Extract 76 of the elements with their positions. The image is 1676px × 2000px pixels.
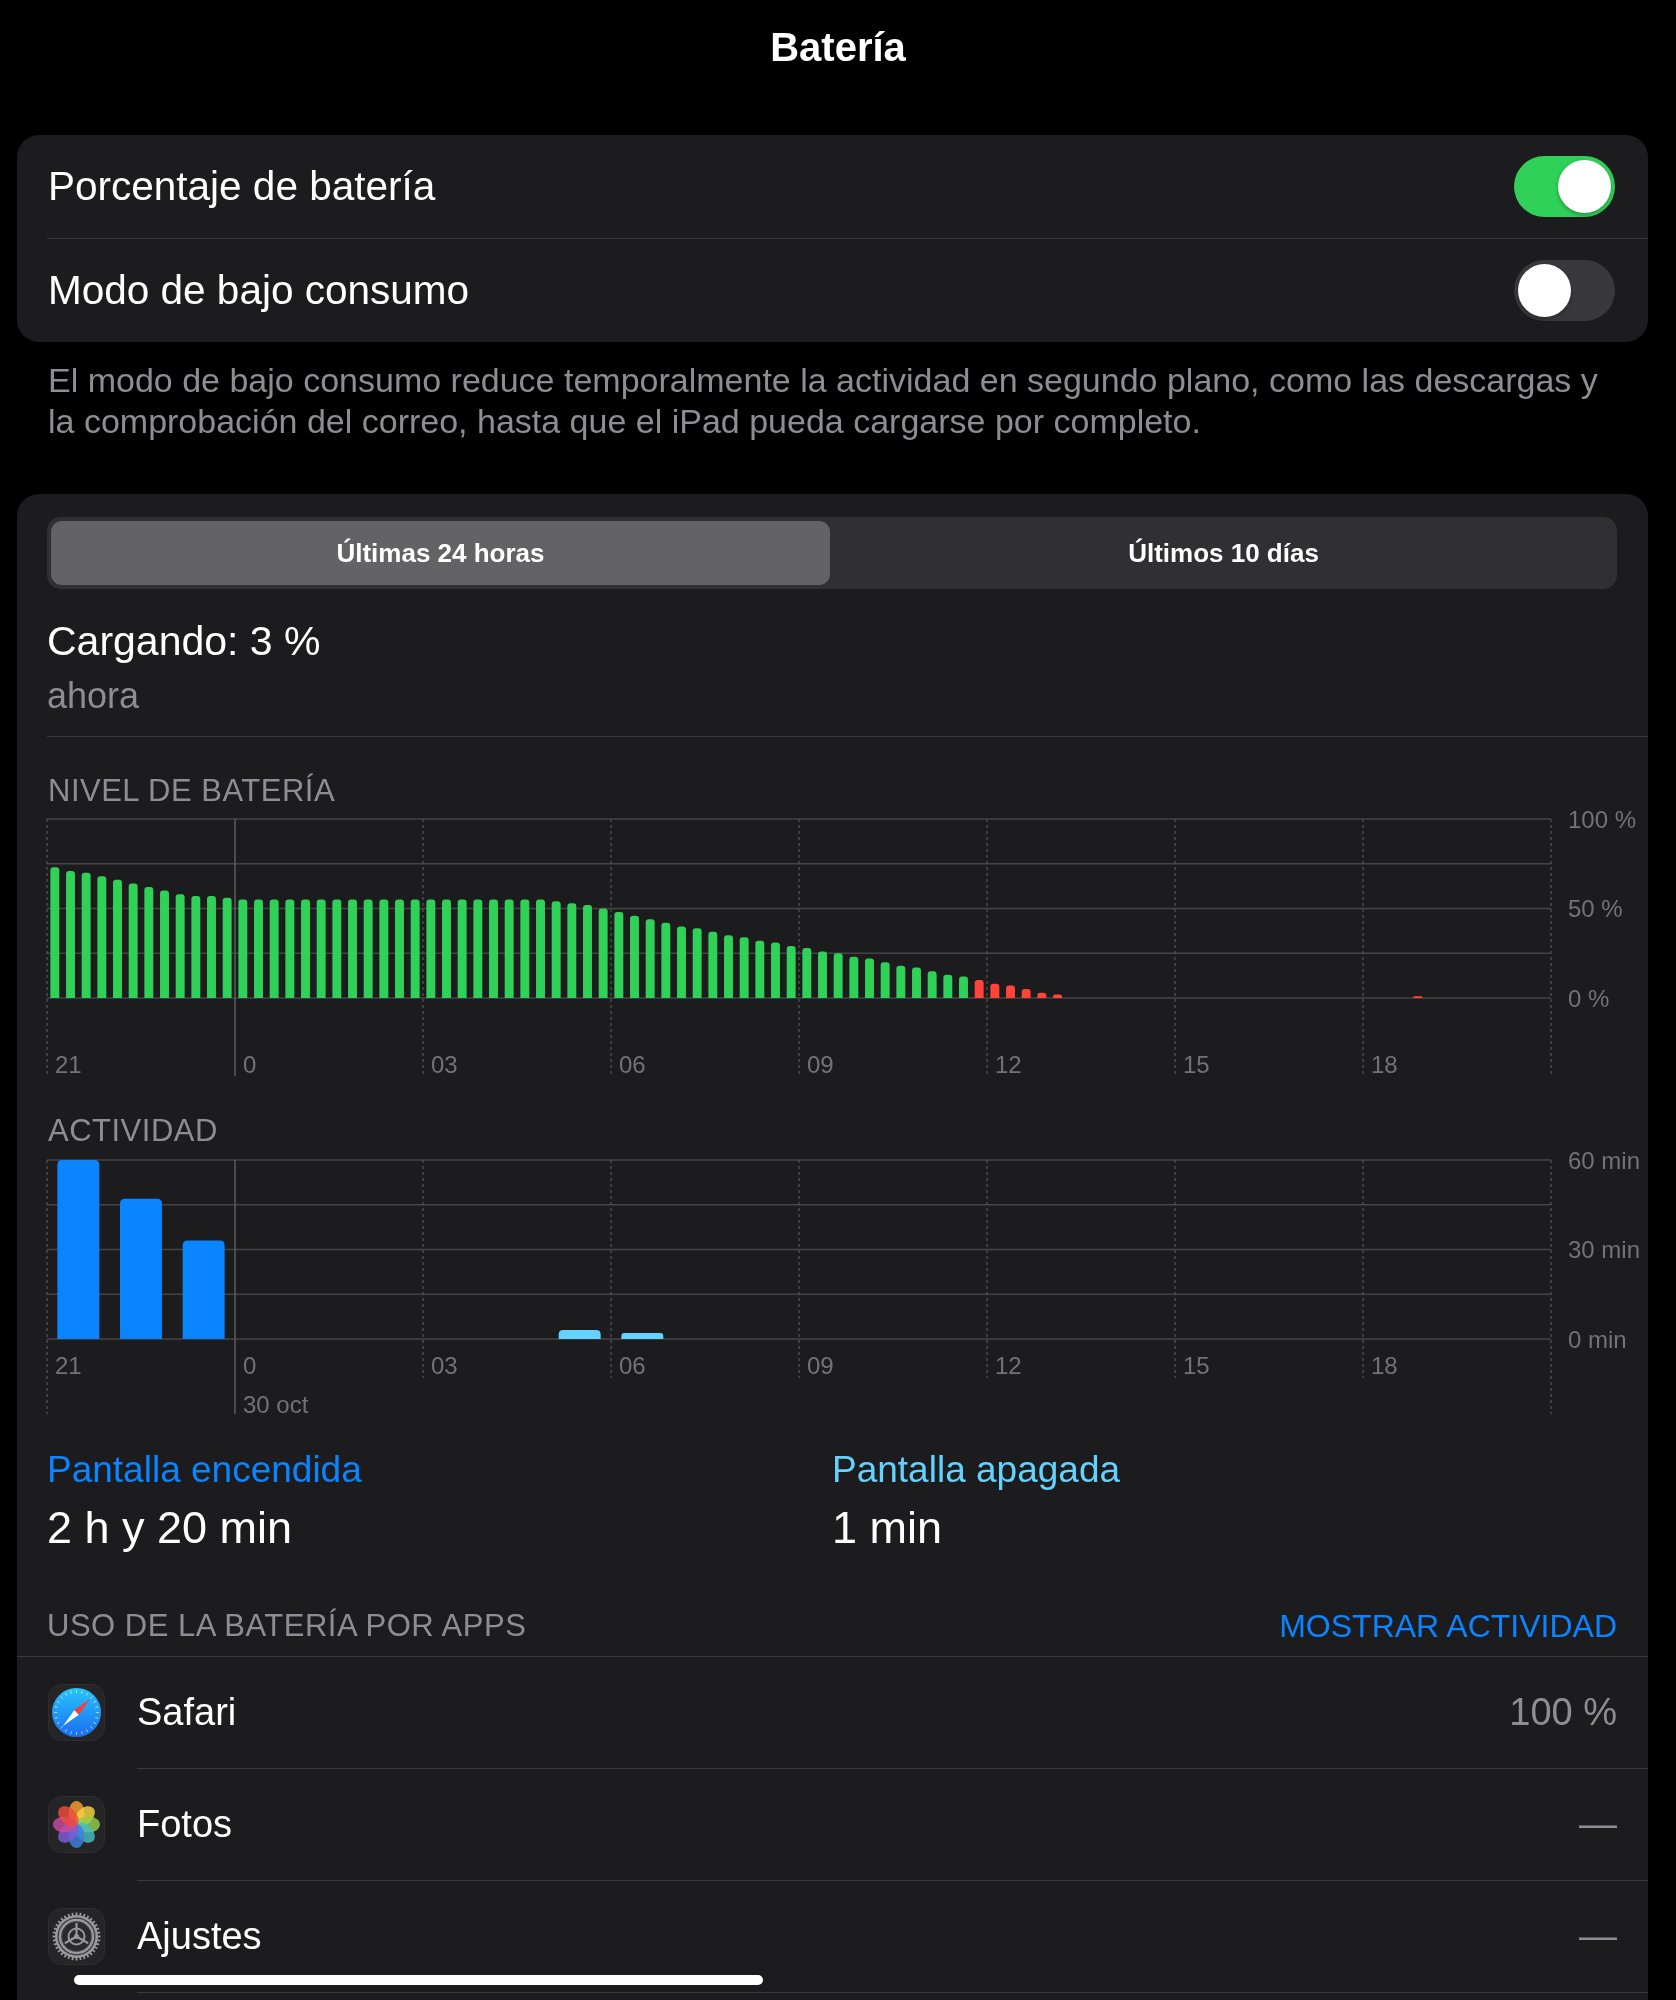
battery-level-bar bbox=[974, 980, 984, 998]
battery-level-bar bbox=[990, 983, 1000, 998]
setting-label: Porcentaje de batería bbox=[48, 163, 436, 210]
battery-level-bar bbox=[865, 958, 874, 998]
battery-level-bar bbox=[912, 967, 921, 998]
app-name: Ajustes bbox=[137, 1915, 262, 1958]
page-title: Batería bbox=[770, 24, 906, 70]
battery-level-bar bbox=[692, 928, 702, 998]
date-label: 30 oct bbox=[243, 1390, 309, 1415]
x-axis-label: 15 bbox=[1183, 1351, 1210, 1379]
x-axis-label: 12 bbox=[995, 1351, 1022, 1379]
x-axis-label: 21 bbox=[55, 1050, 82, 1077]
y-axis-label: 50 % bbox=[1568, 895, 1623, 922]
legend-value: 1 min bbox=[832, 1502, 943, 1554]
battery-level-bar bbox=[833, 953, 843, 998]
battery-level-bar bbox=[1021, 989, 1031, 998]
activity-bar bbox=[558, 1330, 601, 1339]
x-axis-label: 18 bbox=[1371, 1351, 1398, 1379]
compass-icon bbox=[48, 1684, 105, 1741]
time-range-tab[interactable]: Últimos 10 días bbox=[834, 521, 1613, 585]
battery-level-bar bbox=[1006, 985, 1015, 998]
charging-status: Cargando: 3 % bbox=[47, 617, 321, 666]
y-axis-label: 0 min bbox=[1568, 1325, 1627, 1353]
legend-label: Pantalla apagada bbox=[832, 1448, 1121, 1492]
y-axis-label: 100 % bbox=[1568, 809, 1637, 833]
status-time: ahora bbox=[47, 676, 140, 716]
activity-bar bbox=[621, 1333, 664, 1339]
y-axis-label: 0 % bbox=[1568, 984, 1610, 1012]
x-axis-label: 09 bbox=[807, 1050, 834, 1077]
app-usage-value: — bbox=[1579, 1803, 1617, 1846]
chart-title: NIVEL DE BATERÍA bbox=[48, 773, 336, 809]
legend-value: 2 h y 20 min bbox=[47, 1502, 293, 1554]
y-axis-label: 30 min bbox=[1568, 1236, 1641, 1263]
app-usage-value: — bbox=[1579, 1915, 1617, 1958]
x-axis-label: 12 bbox=[995, 1050, 1022, 1077]
legend-label: Pantalla encendida bbox=[47, 1448, 362, 1492]
battery-level-bar bbox=[818, 951, 827, 998]
battery-level-bar bbox=[755, 940, 765, 998]
battery-level-bar bbox=[802, 947, 812, 998]
battery-level-bar bbox=[739, 937, 749, 998]
toggle-switch[interactable] bbox=[1514, 156, 1615, 217]
x-axis-label: 06 bbox=[619, 1351, 646, 1379]
show-activity-link[interactable]: MOSTRAR ACTIVIDAD bbox=[1279, 1608, 1617, 1644]
x-axis-label: 03 bbox=[431, 1050, 458, 1077]
x-axis-label: 18 bbox=[1371, 1050, 1398, 1077]
chart-title: ACTIVIDAD bbox=[48, 1113, 218, 1149]
x-axis-label: 06 bbox=[619, 1050, 646, 1077]
app-name: Fotos bbox=[137, 1803, 233, 1846]
x-axis-label: 21 bbox=[55, 1351, 82, 1379]
section-heading: USO DE LA BATERÍA POR APPS bbox=[47, 1608, 527, 1644]
setting-label: Modo de bajo consumo bbox=[48, 267, 470, 314]
battery-level-bar bbox=[724, 935, 733, 998]
battery-level-bar bbox=[1037, 992, 1047, 998]
x-axis-label: 03 bbox=[431, 1351, 458, 1379]
x-axis-label: 0 bbox=[243, 1351, 257, 1379]
y-axis-label: 60 min bbox=[1568, 1149, 1641, 1174]
battery-level-bar bbox=[677, 926, 686, 998]
battery-level-bar bbox=[708, 931, 718, 998]
battery-level-bar bbox=[1053, 994, 1062, 998]
battery-level-bar bbox=[896, 965, 906, 998]
battery-level-bar bbox=[771, 942, 780, 998]
battery-level-bar bbox=[927, 971, 937, 998]
battery-level-bar bbox=[943, 974, 953, 998]
battery-level-bar bbox=[849, 956, 859, 998]
battery-level-bar bbox=[786, 946, 796, 998]
battery-level-bar bbox=[880, 962, 890, 998]
app-usage-value: 100 % bbox=[1509, 1691, 1617, 1734]
footer-note: El modo de bajo consumo reduce temporalmente la actividad en segundo plano, como las descargas y la comprobación del correo, hasta que el iPad pueda cargarse por completo. bbox=[48, 360, 1599, 442]
time-range-tab[interactable]: Últimas 24 horas bbox=[51, 521, 830, 585]
flower-icon bbox=[48, 1796, 105, 1853]
x-axis-label: 09 bbox=[807, 1351, 834, 1379]
app-name: Safari bbox=[137, 1691, 237, 1734]
battery-level-bar bbox=[959, 976, 968, 998]
gear-icon bbox=[48, 1908, 105, 1965]
x-axis-label: 0 bbox=[243, 1050, 257, 1077]
x-axis-label: 15 bbox=[1183, 1050, 1210, 1077]
